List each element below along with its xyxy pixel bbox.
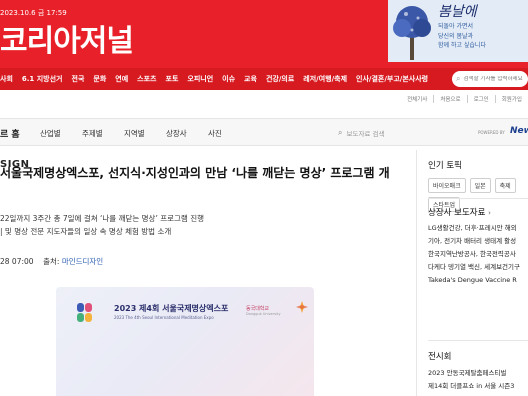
subnav-photo[interactable]: 사진 xyxy=(208,128,222,139)
site-search[interactable]: ⌕ xyxy=(452,71,528,87)
site-search-input[interactable] xyxy=(463,76,526,82)
nav-item-national[interactable]: 전국 xyxy=(72,74,85,84)
press-releases-heading: 상장사 보도자료 › xyxy=(428,206,491,218)
nav-item-sports[interactable]: 스포츠 xyxy=(137,74,156,84)
site-logo[interactable]: 코리아저널 xyxy=(0,16,134,60)
source-label: 출처: xyxy=(43,257,60,266)
article-time: 28 07:00 xyxy=(0,257,34,266)
article-source-link[interactable]: 마인드디자인 xyxy=(62,257,103,266)
util-all-articles[interactable]: 전체기사 xyxy=(401,95,433,103)
subnav-by-topic[interactable]: 주제별 xyxy=(82,128,103,139)
subnav-home[interactable]: 르 홈 xyxy=(0,127,20,140)
util-login[interactable]: 로그인 xyxy=(466,95,495,103)
press-release-item[interactable]: LG생활건강, 더후·프레시안 해외 xyxy=(428,222,528,235)
tree-icon xyxy=(393,6,431,60)
ad-line-3: 함께 하고 싶습니다 xyxy=(438,42,486,50)
summary-line-2: | 및 명상 전문 지도자들의 일상 속 명상 체험 방법 소개 xyxy=(0,227,172,237)
exhibition-item[interactable]: 제14회 더클프쇼 in 서울 시즌3 xyxy=(428,380,528,393)
powered-by: POWERED BY xyxy=(478,130,505,135)
hero-university: 동국대학교 xyxy=(246,306,270,312)
hero-university-en: Dongguk University xyxy=(246,312,281,316)
nav-item-leisure[interactable]: 레저/여행/축제 xyxy=(303,74,347,84)
press-search-placeholder[interactable]: 보도자료 검색 xyxy=(346,128,384,138)
article-title: 서울국제명상엑스포, 선지식·지성인과의 만남 ‘나를 깨닫는 명상’ 프로그램… xyxy=(0,166,390,180)
ad-line-2: 당신의 봄날과 xyxy=(438,32,474,40)
article-meta: 28 07:00 출처: 마인드디자인 xyxy=(0,256,103,267)
nav-item-issue[interactable]: 이슈 xyxy=(222,74,235,84)
sidebar-divider xyxy=(428,340,528,341)
chevron-right-icon[interactable]: › xyxy=(488,209,491,217)
press-release-item[interactable]: 다케다 뎅기열 백신, 세계보건기구 xyxy=(428,261,528,274)
hero-subtitle: 2023 The 4th Seoul International Meditat… xyxy=(114,315,214,320)
tag-item[interactable]: 일본 xyxy=(469,178,491,193)
exhibitions-heading: 전시회 xyxy=(428,352,452,362)
search-icon[interactable]: ⌕ xyxy=(338,128,342,138)
exhibition-item[interactable]: 2023 안동국제탈춤페스티벌 xyxy=(428,367,528,380)
subnav-by-region[interactable]: 지역별 xyxy=(124,128,145,139)
summary-line-1: 22일까지 3주간 총 7일에 걸쳐 ‘나를 깨닫는 명상’ 프로그램 진행 xyxy=(0,214,205,223)
main-nav-items: 사회 6.1 지방선거 전국 문화 연예 스포츠 포토 오피니언 이슈 교육 건… xyxy=(0,68,437,90)
ad-headline: 봄날에 xyxy=(438,4,477,20)
search-icon[interactable]: ⌕ xyxy=(456,74,460,84)
hero-title: 2023 제4회 서울국제명상엑스포 xyxy=(114,304,229,313)
press-release-list: LG생활건강, 더후·프레시안 해외 기아, 전기차 배터리 생태계 활성 한국… xyxy=(428,222,528,287)
util-signup[interactable]: 회원가입 xyxy=(494,95,528,103)
site-header: 2023.10.6 금 17:59 코리아저널 봄날에 되돌아 가면서 당신의 … xyxy=(0,0,528,68)
util-links: 전체기사 처음으로 로그인 회원가입 xyxy=(401,95,528,103)
nav-item-education[interactable]: 교육 xyxy=(244,74,257,84)
main-nav: 사회 6.1 지방선거 전국 문화 연예 스포츠 포토 오피니언 이슈 교육 건… xyxy=(0,68,528,90)
ad-text: 봄날에 되돌아 가면서 당신의 봄날과 함께 하고 싶습니다 xyxy=(438,4,526,50)
tag-item[interactable]: 바이오매크 xyxy=(428,178,466,193)
nav-item-society[interactable]: 사회 xyxy=(0,74,13,84)
press-release-item[interactable]: 기아, 전기차 배터리 생태계 활성 xyxy=(428,235,528,248)
press-search[interactable]: ⌕ 보도자료 검색 xyxy=(338,125,438,141)
nav-item-people[interactable]: 인사/결혼/부고/본사사령 xyxy=(356,74,428,84)
lotus-icon xyxy=(296,301,308,313)
exhibition-list: 2023 안동국제탈춤페스티벌 제14회 더클프쇼 in 서울 시즌3 xyxy=(428,367,528,393)
nav-item-opinion[interactable]: 오피니언 xyxy=(187,74,213,84)
subnav-by-industry[interactable]: 산업별 xyxy=(40,128,61,139)
subnav-listed[interactable]: 상장사 xyxy=(166,128,187,139)
newswire-logo[interactable]: New xyxy=(510,126,528,136)
press-release-item[interactable]: Takeda's Dengue Vaccine R xyxy=(428,274,528,287)
util-home[interactable]: 처음으로 xyxy=(433,95,466,103)
nav-item-photo[interactable]: 포토 xyxy=(166,74,179,84)
newswire-subnav: 르 홈 산업별 주제별 지역별 상장사 사진 ⌕ 보도자료 검색 POWERED… xyxy=(0,118,528,146)
press-release-item[interactable]: 한국지역난방공사, 한국전력공사 xyxy=(428,248,528,261)
expo-emblem-icon xyxy=(77,303,92,322)
ad-line-1: 되돌아 가면서 xyxy=(438,22,474,30)
article-hero-image[interactable]: 2023 제4회 서울국제명상엑스포 2023 The 4th Seoul In… xyxy=(56,287,314,396)
popular-topics-heading: 인기 토픽 xyxy=(428,161,462,171)
press-releases-heading-text: 상장사 보도자료 xyxy=(428,208,486,218)
nav-item-culture[interactable]: 문화 xyxy=(93,74,106,84)
nav-item-local-election[interactable]: 6.1 지방선거 xyxy=(22,74,63,84)
nav-item-health[interactable]: 건강/의료 xyxy=(266,74,294,84)
sidebar-divider xyxy=(428,198,528,199)
column-divider xyxy=(416,150,417,396)
header-ad-banner[interactable]: 봄날에 되돌아 가면서 당신의 봄날과 함께 하고 싶습니다 xyxy=(388,0,528,62)
article-summary: 22일까지 3주간 총 7일에 걸쳐 ‘나를 깨닫는 명상’ 프로그램 진행 |… xyxy=(0,212,400,238)
nav-item-entertainment[interactable]: 연예 xyxy=(115,74,128,84)
tag-item[interactable]: 축제 xyxy=(494,178,516,193)
